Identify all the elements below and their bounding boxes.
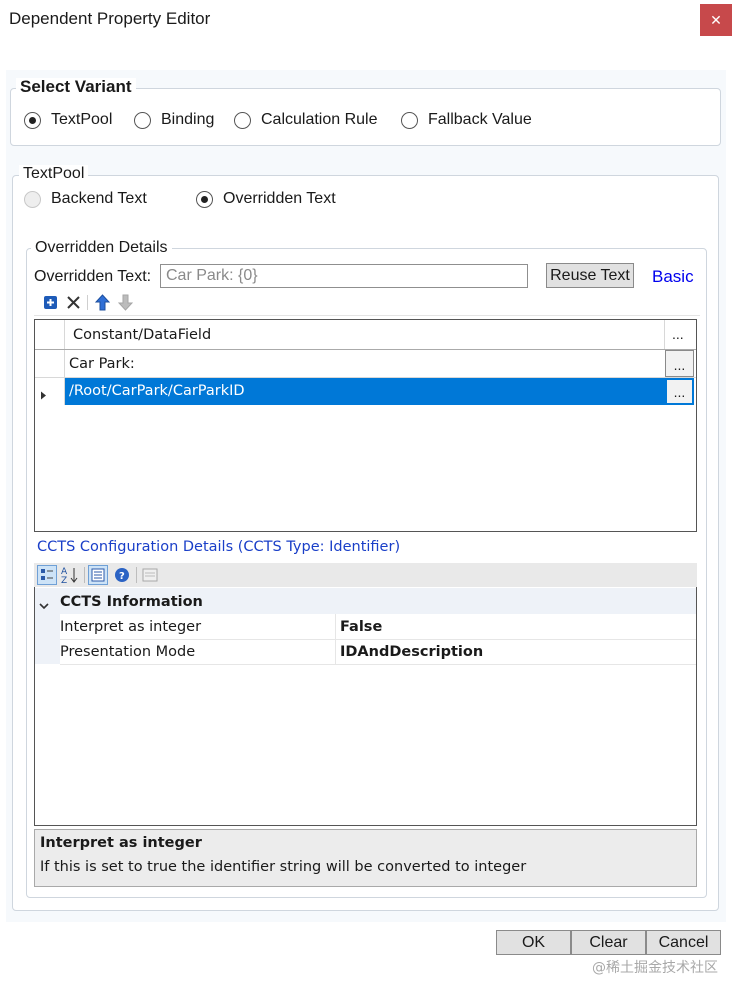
row-ellipsis-button[interactable]: ...	[665, 350, 694, 377]
alphabetical-sort-icon[interactable]: AZ	[60, 565, 80, 585]
radio-label: Binding	[161, 111, 215, 128]
radio-textpool[interactable]: TextPool	[24, 111, 112, 129]
reuse-text-label: Reuse Text	[550, 266, 630, 284]
ok-label: OK	[521, 933, 546, 951]
properties-icon[interactable]	[88, 565, 108, 585]
grid-col-divider	[664, 320, 665, 349]
property-row-divider	[60, 639, 696, 640]
grid-header-bottom	[35, 349, 696, 350]
radio-indicator	[196, 190, 213, 208]
radio-overridden-text[interactable]: Overridden Text	[196, 190, 336, 208]
help-text: If this is set to true the identifier st…	[40, 859, 527, 875]
table-row-value[interactable]: /Root/CarPark/CarParkID	[69, 383, 245, 399]
basic-link[interactable]: Basic	[652, 267, 694, 287]
textpool-legend: TextPool	[19, 165, 89, 183]
select-variant-legend: Select Variant	[16, 78, 136, 96]
window-title: Dependent Property Editor	[9, 9, 211, 28]
close-button[interactable]: ✕	[700, 4, 732, 36]
reuse-text-button[interactable]: Reuse Text	[546, 263, 634, 288]
radio-indicator	[134, 111, 151, 129]
svg-text:?: ?	[119, 571, 125, 582]
category-title: CCTS Information	[60, 594, 203, 610]
help-title: Interpret as integer	[40, 835, 202, 851]
radio-label: Calculation Rule	[261, 111, 378, 128]
property-toolbar	[34, 563, 697, 587]
grid-header-ellipsis: ...	[672, 326, 684, 342]
help-icon[interactable]: ?	[114, 567, 130, 583]
radio-indicator	[24, 111, 41, 129]
property-name[interactable]: Interpret as integer	[60, 619, 201, 635]
radio-indicator	[24, 190, 41, 208]
radio-backend-text[interactable]: Backend Text	[24, 190, 147, 208]
radio-indicator	[234, 111, 251, 129]
radio-indicator	[401, 111, 418, 129]
toolbar-separator	[84, 567, 85, 583]
close-icon: ✕	[710, 11, 722, 28]
row-pointer-icon	[40, 387, 47, 405]
move-up-icon[interactable]	[95, 294, 110, 311]
table-row-value[interactable]: Car Park:	[69, 356, 135, 372]
cancel-button[interactable]: Cancel	[646, 930, 721, 955]
property-row-divider	[60, 664, 696, 665]
radio-fallback-value[interactable]: Fallback Value	[401, 111, 532, 129]
property-value[interactable]: IDAndDescription	[340, 644, 483, 660]
data-grid	[34, 319, 697, 532]
clear-button[interactable]: Clear	[571, 930, 646, 955]
toolbar-separator	[136, 567, 137, 583]
ok-button[interactable]: OK	[496, 930, 571, 955]
property-row-gutter	[35, 614, 60, 664]
overridden-text-label: Overridden Text:	[34, 268, 152, 285]
radio-label: TextPool	[51, 111, 113, 128]
property-pages-icon	[142, 567, 158, 583]
property-name[interactable]: Presentation Mode	[60, 644, 195, 660]
collapse-chevron-icon[interactable]	[39, 597, 49, 615]
svg-text:Z: Z	[61, 576, 67, 585]
toolbar-separator	[87, 295, 88, 310]
radio-binding[interactable]: Binding	[134, 111, 214, 129]
ccts-title: CCTS Configuration Details (CCTS Type: I…	[37, 539, 401, 555]
property-col-divider	[335, 614, 336, 664]
delete-row-icon[interactable]	[66, 295, 81, 310]
radio-calculation-rule[interactable]: Calculation Rule	[234, 111, 378, 129]
grid-toolbar	[34, 292, 700, 316]
overridden-text-input[interactable]	[160, 264, 528, 288]
radio-label: Fallback Value	[428, 111, 532, 128]
radio-label: Overridden Text	[223, 190, 336, 207]
radio-label: Backend Text	[51, 190, 147, 207]
overridden-details-legend: Overridden Details	[31, 239, 172, 257]
watermark: @稀土掘金技术社区	[592, 960, 718, 976]
clear-label: Clear	[589, 933, 628, 951]
cancel-label: Cancel	[658, 933, 709, 951]
row-ellipsis-button[interactable]: ...	[665, 378, 694, 405]
grid-header-constant-datafield: Constant/DataField	[73, 327, 212, 343]
move-down-icon[interactable]	[118, 294, 133, 311]
property-value[interactable]: False	[340, 619, 382, 635]
add-row-icon[interactable]	[43, 295, 58, 310]
categorized-icon[interactable]	[37, 565, 57, 585]
